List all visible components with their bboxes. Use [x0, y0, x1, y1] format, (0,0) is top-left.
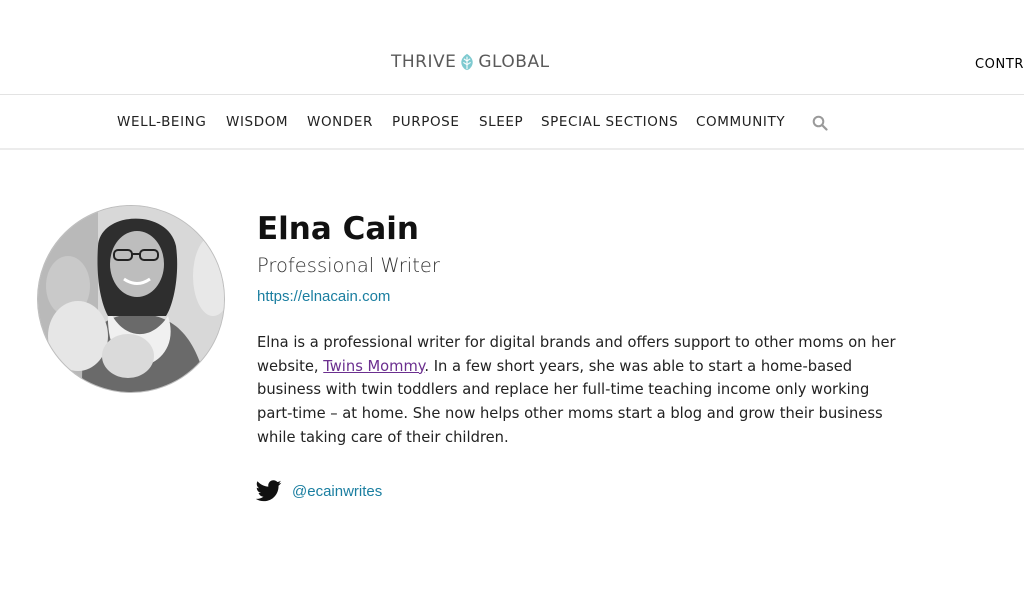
thrive-global-logo[interactable]: THRIVE GLOBAL [391, 52, 550, 72]
leaf-icon [461, 53, 474, 71]
author-title: Professional Writer [257, 254, 440, 277]
nav-item-purpose[interactable]: PURPOSE [392, 114, 459, 130]
logo-text-global: GLOBAL [478, 52, 550, 72]
twitter-handle-link[interactable]: @ecainwrites [292, 483, 382, 500]
nav-item-well-being[interactable]: WELL-BEING [117, 114, 206, 130]
search-icon[interactable] [812, 115, 828, 131]
bio-twins-mommy-link[interactable]: Twins Mommy [323, 358, 424, 375]
nav-item-special-sections[interactable]: SPECIAL SECTIONS [541, 114, 678, 130]
contribute-link[interactable]: CONTR [975, 57, 1024, 72]
author-twitter: @ecainwrites [256, 480, 382, 502]
logo-text-thrive: THRIVE [391, 52, 457, 72]
author-avatar [37, 205, 225, 393]
author-photo [38, 206, 224, 392]
nav-item-wonder[interactable]: WONDER [307, 114, 373, 130]
author-bio: Elna is a professional writer for digita… [257, 331, 905, 450]
site-header: THRIVE GLOBAL CONTR [0, 0, 1024, 95]
twitter-bird-icon[interactable] [256, 480, 282, 502]
nav-item-wisdom[interactable]: WISDOM [226, 114, 288, 130]
author-website-link[interactable]: https://elnacain.com [257, 288, 390, 305]
main-nav: WELL-BEING WISDOM WONDER PURPOSE SLEEP S… [0, 96, 1024, 150]
nav-item-community[interactable]: COMMUNITY [696, 114, 785, 130]
author-name: Elna Cain [257, 211, 419, 247]
nav-item-sleep[interactable]: SLEEP [479, 114, 523, 130]
